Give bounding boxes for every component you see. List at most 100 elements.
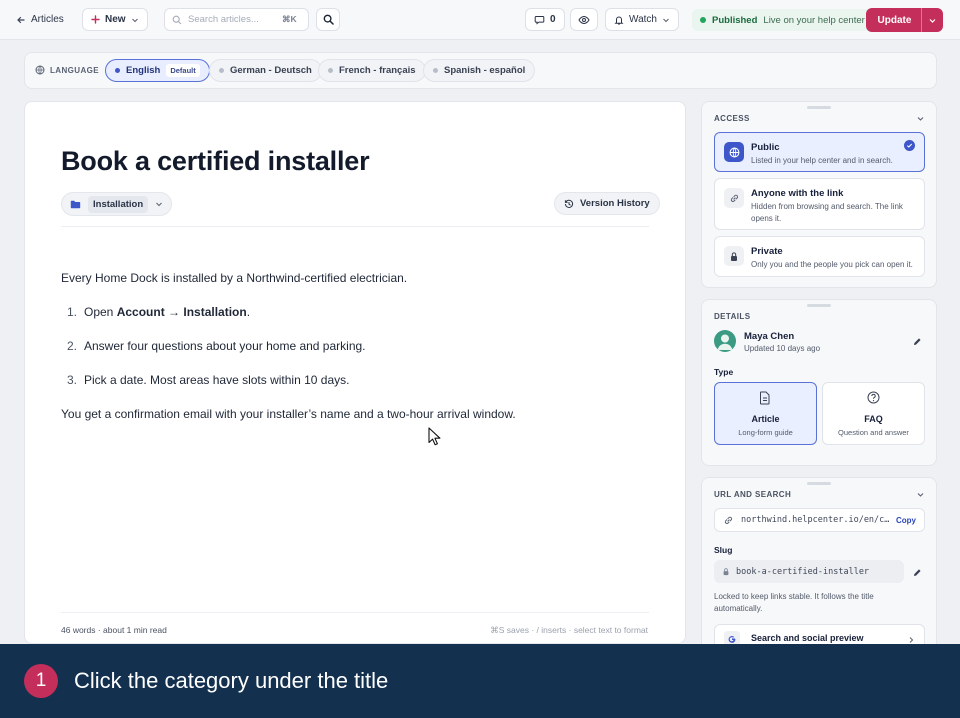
search-button[interactable]: [316, 8, 340, 31]
language-dot: [433, 68, 438, 73]
access-option-link[interactable]: Anyone with the link Hidden from browsin…: [714, 178, 925, 230]
document-icon: [759, 391, 771, 405]
tutorial-bar: 1 Click the category under the title: [0, 644, 960, 718]
drag-handle[interactable]: [807, 482, 831, 485]
chevron-right-icon: [907, 636, 915, 644]
default-badge: Default: [166, 64, 200, 77]
drag-handle[interactable]: [807, 304, 831, 307]
update-button-group: Update: [866, 8, 943, 32]
edit-pencil-icon[interactable]: [913, 337, 922, 346]
search-shortcut: ⌘K: [282, 14, 297, 24]
step-number-badge: 1: [24, 664, 58, 698]
language-tab-french[interactable]: French - français: [318, 59, 426, 82]
question-icon: [867, 391, 880, 404]
plus-icon: [91, 15, 100, 24]
language-tab-english[interactable]: English Default: [105, 59, 210, 82]
option-description: Hidden from browsing and search. The lin…: [751, 202, 903, 223]
type-title: FAQ: [864, 414, 883, 424]
language-tab-spanish[interactable]: Spanish - español: [423, 59, 536, 82]
watch-label: Watch: [629, 14, 657, 25]
list-text-pre: Open: [84, 305, 117, 319]
category-selector[interactable]: Installation: [61, 192, 173, 216]
chevron-down-icon: [131, 16, 139, 24]
url-field: northwind.helpcenter.io/en/c… Copy: [714, 508, 925, 532]
mouse-cursor-icon: [428, 427, 442, 446]
url-value: northwind.helpcenter.io/en/c…: [741, 515, 889, 525]
details-heading: DETAILS: [714, 312, 751, 321]
article-title[interactable]: Book a certified installer: [61, 146, 370, 177]
history-icon: [564, 199, 574, 209]
type-title: Article: [751, 414, 780, 424]
collapse-chevron-icon[interactable]: [916, 114, 925, 123]
comments-button[interactable]: 0: [525, 8, 565, 31]
details-panel: DETAILS Maya Chen Updated 10 days ago Ty…: [701, 299, 937, 466]
access-heading: ACCESS: [714, 114, 750, 123]
access-option-private[interactable]: Private Only you and the people you pick…: [714, 236, 925, 277]
search-input[interactable]: [188, 14, 276, 25]
language-tab-german[interactable]: German - Deutsch: [209, 59, 322, 82]
globe-icon: [724, 142, 744, 162]
arrow-left-icon: [16, 15, 26, 25]
collapse-chevron-icon[interactable]: [916, 490, 925, 499]
slug-label: Slug: [714, 545, 733, 555]
option-description: Only you and the people you pick can ope…: [751, 260, 913, 269]
slug-value: book-a-certified-installer: [736, 566, 870, 577]
type-option-faq[interactable]: FAQ Question and answer: [822, 382, 925, 445]
type-option-article[interactable]: Article Long-form guide: [714, 382, 817, 445]
folder-icon: [70, 200, 81, 209]
slug-note: Locked to keep links stable. It follows …: [714, 592, 874, 613]
top-bar: Articles New ⌘K 0 Watch Published Live o…: [0, 0, 960, 40]
back-label: Articles: [31, 14, 64, 25]
language-dot: [115, 68, 120, 73]
list-number: 1.: [66, 305, 77, 319]
drag-handle[interactable]: [807, 106, 831, 109]
list-item: 1. Open Account → Installation.: [61, 304, 651, 320]
list-text: Pick a date. Most areas have slots withi…: [84, 373, 350, 387]
list-number: 2.: [66, 339, 77, 353]
steps-list: 1. Open Account → Installation. 2. Answer …: [61, 304, 651, 388]
update-options-button[interactable]: [921, 8, 943, 32]
divider: [61, 612, 649, 613]
option-title: Public: [751, 142, 780, 153]
access-option-public[interactable]: Public Listed in your help center and in…: [714, 132, 925, 172]
language-name: French - français: [339, 65, 416, 76]
slug-field: book-a-certified-installer: [714, 560, 904, 583]
watch-button[interactable]: Watch: [605, 8, 679, 31]
update-button[interactable]: Update: [866, 15, 921, 26]
new-button[interactable]: New: [82, 8, 148, 31]
author-name: Maya Chen: [744, 331, 795, 342]
preview-button[interactable]: [570, 8, 598, 31]
updated-time: Updated 10 days ago: [744, 344, 821, 353]
version-history-label: Version History: [580, 198, 650, 209]
link-icon: [724, 188, 744, 208]
search-icon: [323, 14, 334, 25]
check-icon: [904, 140, 915, 151]
comment-icon: [534, 14, 545, 25]
chevron-down-icon: [662, 16, 670, 24]
url-heading: URL AND SEARCH: [714, 490, 792, 499]
edit-slug-pencil-icon[interactable]: [913, 568, 922, 577]
language-label-group: LANGUAGE: [35, 65, 99, 75]
bell-icon: [614, 15, 624, 25]
copy-url-button[interactable]: Copy: [896, 516, 916, 525]
tutorial-instruction: Click the category under the title: [74, 668, 389, 693]
url-panel: URL AND SEARCH northwind.helpcenter.io/e…: [701, 477, 937, 667]
language-dot: [328, 68, 333, 73]
option-title: Anyone with the link: [751, 188, 844, 199]
language-label: LANGUAGE: [50, 65, 99, 75]
search-icon: [172, 15, 182, 25]
version-history-button[interactable]: Version History: [554, 192, 660, 215]
article-body[interactable]: Every Home Dock is installed by a Northw…: [61, 270, 651, 440]
back-to-articles-button[interactable]: Articles: [8, 8, 72, 31]
intro-paragraph: Every Home Dock is installed by a Northw…: [61, 271, 408, 285]
type-description: Long-form guide: [738, 428, 793, 437]
status-sub: Live on your help center: [763, 14, 865, 26]
type-label: Type: [714, 367, 734, 377]
category-label: Installation: [88, 195, 149, 213]
language-name: German - Deutsch: [230, 65, 312, 76]
editor-hint: ⌘S saves · / inserts · select text to fo…: [490, 625, 648, 635]
list-item: 2. Answer four questions about your home …: [61, 338, 651, 354]
lock-icon: [724, 246, 744, 266]
divider: [61, 226, 649, 227]
eye-icon: [578, 15, 590, 25]
